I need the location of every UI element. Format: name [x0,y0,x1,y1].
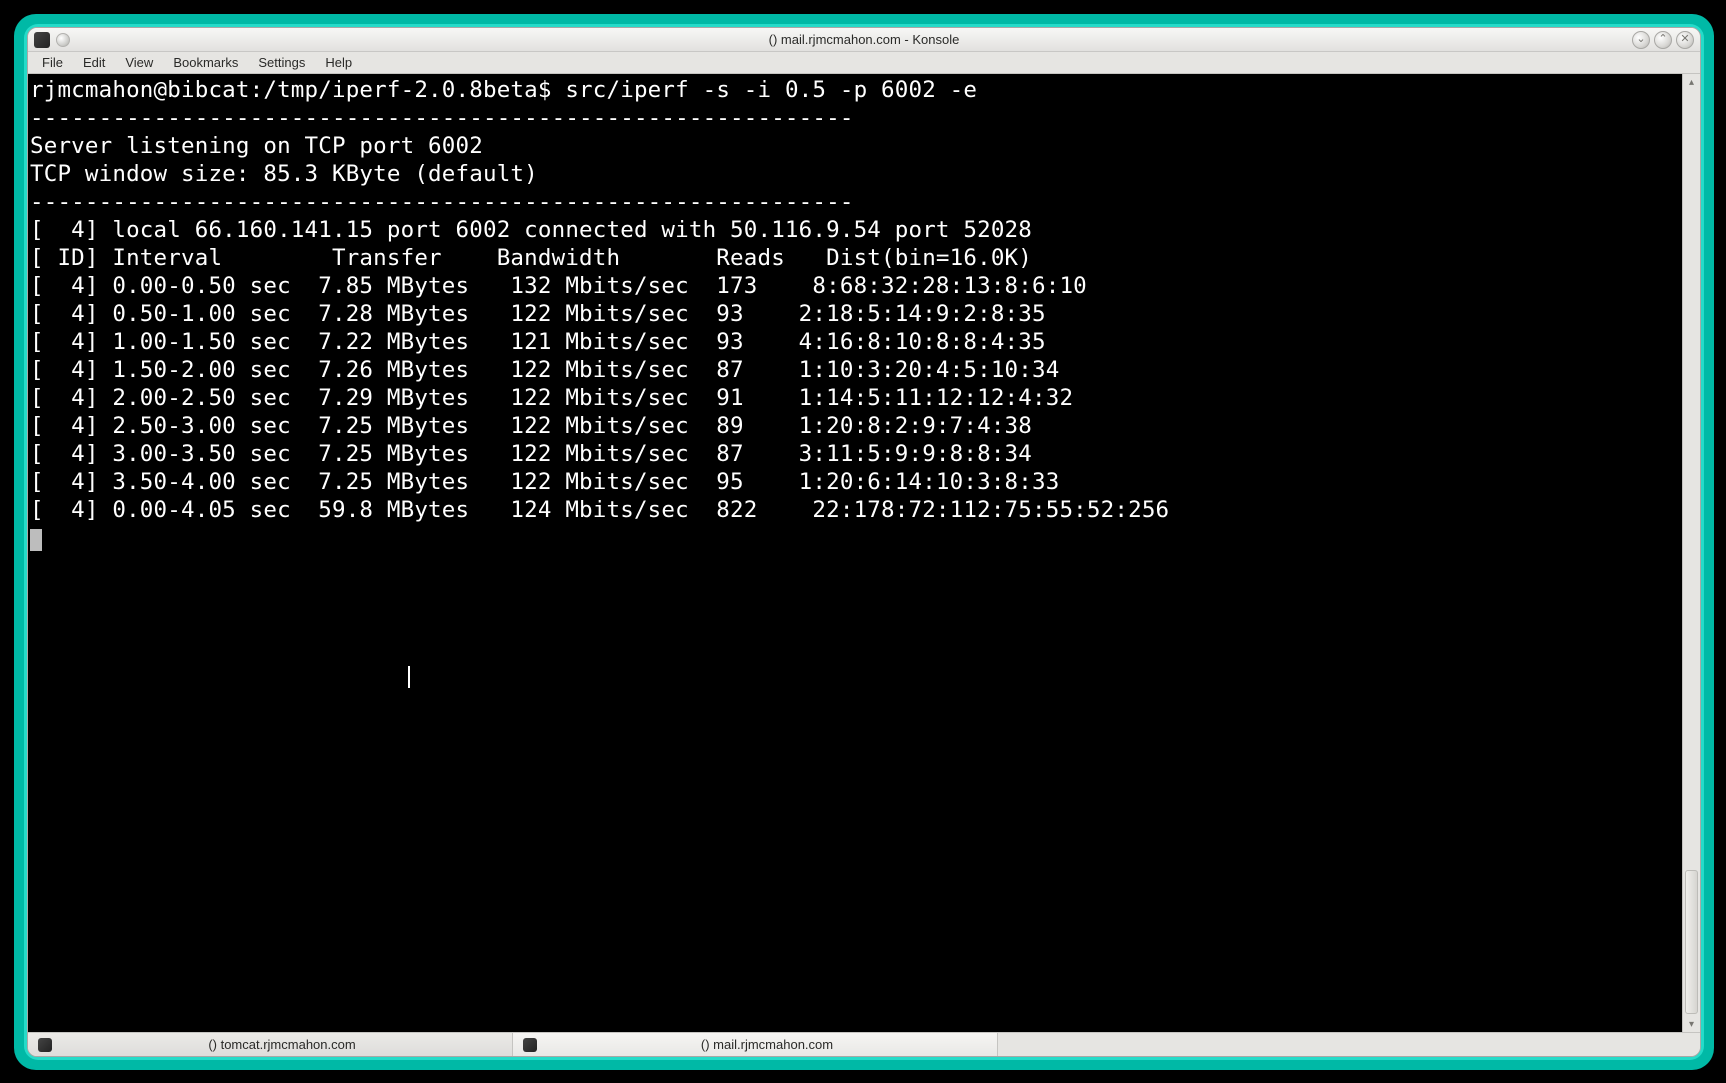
pin-icon[interactable] [56,33,70,47]
table-row: [ 4] 0.00-4.05 sec 59.8 MBytes 124 Mbits… [30,497,1169,523]
table-row: [ 4] 2.00-2.50 sec 7.29 MBytes 122 Mbits… [30,385,1073,411]
window-controls: ⌄ ⌃ ✕ [1632,31,1694,49]
menu-help[interactable]: Help [317,53,360,72]
tabbar: () tomcat.rjmcmahon.com () mail.rjmcmaho… [28,1032,1700,1056]
server-listening-line: Server listening on TCP port 6002 [30,133,483,159]
menubar: File Edit View Bookmarks Settings Help [28,52,1700,74]
minimize-button[interactable]: ⌄ [1632,31,1650,49]
tab-tomcat[interactable]: () tomcat.rjmcmahon.com [28,1033,513,1056]
scrollbar[interactable]: ▴ ▾ [1682,74,1700,1032]
scroll-down-button[interactable]: ▾ [1683,1016,1700,1032]
terminal-area: rjmcmahon@bibcat:/tmp/iperf-2.0.8beta$ s… [28,74,1700,1032]
table-row: [ 4] 1.50-2.00 sec 7.26 MBytes 122 Mbits… [30,357,1059,383]
menu-file[interactable]: File [34,53,71,72]
titlebar[interactable]: () mail.rjmcmahon.com - Konsole ⌄ ⌃ ✕ [28,28,1700,52]
text-caret [408,666,410,688]
table-row: [ 4] 1.00-1.50 sec 7.22 MBytes 121 Mbits… [30,329,1046,355]
app-icon [34,32,50,48]
scroll-up-button[interactable]: ▴ [1683,74,1700,90]
scroll-thumb[interactable] [1685,870,1698,1014]
prompt: rjmcmahon@bibcat:/tmp/iperf-2.0.8beta$ [30,77,565,103]
scroll-track[interactable] [1683,90,1700,1016]
table-row: [ 4] 0.00-0.50 sec 7.85 MBytes 132 Mbits… [30,273,1087,299]
table-row: [ 4] 0.50-1.00 sec 7.28 MBytes 122 Mbits… [30,301,1046,327]
table-row: [ 4] 3.00-3.50 sec 7.25 MBytes 122 Mbits… [30,441,1032,467]
konsole-window: () mail.rjmcmahon.com - Konsole ⌄ ⌃ ✕ Fi… [27,27,1701,1057]
separator-line-bottom: ----------------------------------------… [30,189,854,215]
terminal-viewport[interactable]: rjmcmahon@bibcat:/tmp/iperf-2.0.8beta$ s… [28,74,1682,1032]
tab-mail[interactable]: () mail.rjmcmahon.com [513,1033,998,1056]
menu-edit[interactable]: Edit [75,53,113,72]
table-row: [ 4] 2.50-3.00 sec 7.25 MBytes 122 Mbits… [30,413,1032,439]
menu-settings[interactable]: Settings [250,53,313,72]
maximize-button[interactable]: ⌃ [1654,31,1672,49]
terminal-icon [38,1038,52,1052]
window-title: () mail.rjmcmahon.com - Konsole [28,32,1700,47]
tcp-window-line: TCP window size: 85.3 KByte (default) [30,161,538,187]
desktop-frame-inner: () mail.rjmcmahon.com - Konsole ⌄ ⌃ ✕ Fi… [24,24,1704,1060]
connection-line: [ 4] local 66.160.141.15 port 6002 conne… [30,217,1032,243]
tab-label: () tomcat.rjmcmahon.com [62,1037,502,1052]
terminal-cursor [30,529,42,551]
terminal-icon [523,1038,537,1052]
prompt-line: rjmcmahon@bibcat:/tmp/iperf-2.0.8beta$ s… [30,77,977,103]
tab-label: () mail.rjmcmahon.com [547,1037,987,1052]
menu-view[interactable]: View [117,53,161,72]
menu-bookmarks[interactable]: Bookmarks [165,53,246,72]
close-button[interactable]: ✕ [1676,31,1694,49]
desktop-frame-outer: () mail.rjmcmahon.com - Konsole ⌄ ⌃ ✕ Fi… [14,14,1714,1070]
table-header-line: [ ID] Interval Transfer Bandwidth Reads … [30,245,1032,271]
table-row: [ 4] 3.50-4.00 sec 7.25 MBytes 122 Mbits… [30,469,1059,495]
command: src/iperf -s -i 0.5 -p 6002 -e [565,77,977,103]
separator-line-top: ----------------------------------------… [30,105,854,131]
